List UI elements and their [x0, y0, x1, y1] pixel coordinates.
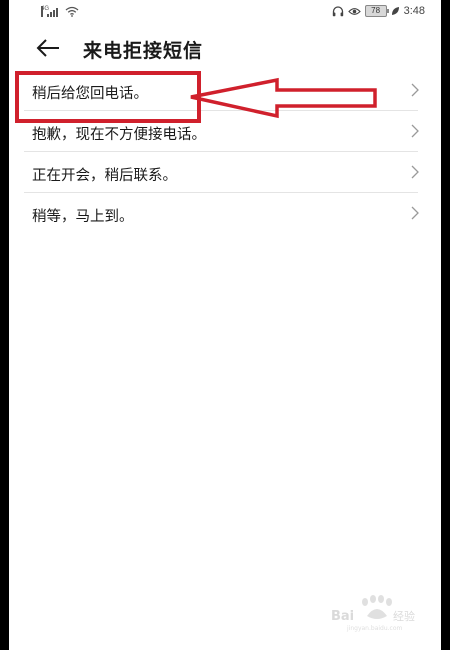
battery-icon: 78: [364, 5, 389, 17]
list-item-label: 稍后给您回电话。: [32, 86, 148, 102]
chevron-right-icon: [411, 83, 419, 97]
leaf-icon: [391, 7, 399, 15]
chevron-right-icon: [411, 206, 419, 220]
chevron-right-icon: [411, 124, 419, 138]
svg-text:经验: 经验: [393, 609, 415, 623]
reply-message-list: 稍后给您回电话。 抱歉，现在不方便接电话。 正在开会，稍后联系。 稍等，马上到。: [9, 70, 441, 233]
battery-level: 78: [371, 6, 381, 15]
list-item-label: 稍等，马上到。: [32, 209, 134, 225]
list-item[interactable]: 稍后给您回电话。: [24, 70, 419, 111]
status-bar: 4G 78 3:48: [9, 0, 441, 26]
baidu-jingyan-watermark: Bai 经验 jingyan.baidu.com: [331, 595, 415, 632]
eye-comfort-icon: [347, 7, 361, 15]
phone-screen: 4G 78 3:48 来电拒接短信 稍后给您回电话。 抱歉，现在不方便接电话。 …: [9, 0, 441, 650]
status-left: 4G: [37, 6, 79, 17]
list-item[interactable]: 抱歉，现在不方便接电话。: [24, 111, 419, 152]
network-type-label: 4G: [41, 6, 49, 17]
status-right: 78 3:48: [332, 5, 425, 17]
list-item[interactable]: 稍等，马上到。: [24, 193, 419, 233]
page-title: 来电拒接短信: [83, 40, 204, 62]
headphone-icon: [332, 5, 343, 16]
watermark-url: jingyan.baidu.com: [346, 625, 403, 632]
wifi-icon: [65, 6, 79, 17]
signal-icon: 4G: [41, 6, 59, 17]
list-item-label: 正在开会，稍后联系。: [32, 168, 177, 184]
arrow-left-icon[interactable]: [35, 37, 63, 59]
list-item-label: 抱歉，现在不方便接电话。: [32, 127, 206, 143]
svg-text:Bai: Bai: [331, 609, 354, 624]
app-header: 来电拒接短信: [9, 32, 441, 66]
list-item[interactable]: 正在开会，稍后联系。: [24, 152, 419, 193]
chevron-right-icon: [411, 165, 419, 179]
screenshot-frame: 4G 78 3:48 来电拒接短信 稍后给您回电话。 抱歉，现在不方便接电话。 …: [0, 0, 450, 650]
status-time: 3:48: [403, 5, 425, 17]
